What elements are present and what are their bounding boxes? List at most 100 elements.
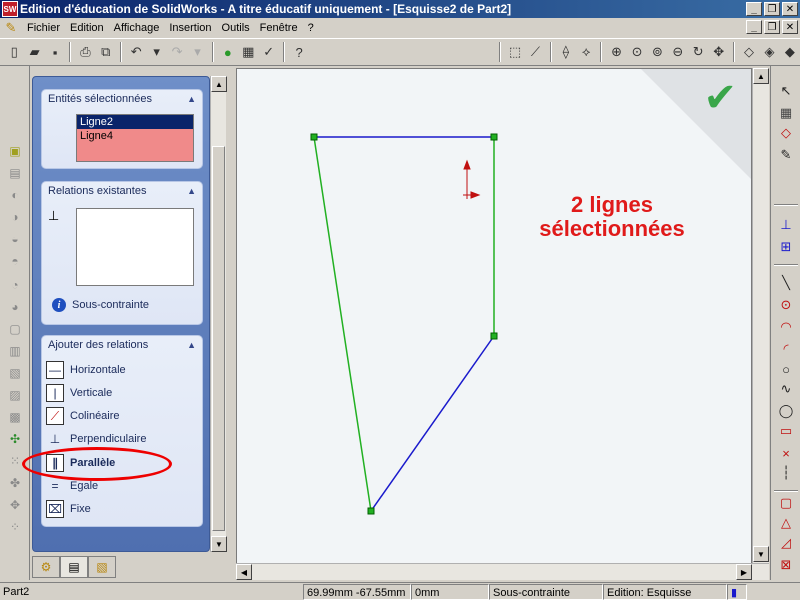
rectangle-icon[interactable]: ▭ (776, 422, 796, 440)
save-icon[interactable]: ▪ (45, 41, 65, 63)
curve-icon[interactable]: ⁘ (5, 518, 25, 536)
collapse-chevron-icon[interactable]: ▲ (187, 340, 196, 350)
configuration-tab-icon[interactable]: ▧ (88, 556, 116, 578)
tangent-arc-icon[interactable]: ◜ (776, 340, 796, 358)
vertical-button[interactable]: | Verticale (46, 383, 112, 403)
circle-icon[interactable]: ○ (776, 360, 796, 378)
list-item[interactable]: Ligne4 (77, 129, 193, 143)
menu-outils[interactable]: Outils (217, 22, 255, 34)
point-icon[interactable]: ⊙ (776, 296, 796, 314)
wireframe-icon[interactable]: ◈ (759, 41, 779, 63)
zoom-selection-icon[interactable]: ⊖ (668, 41, 688, 63)
collinear-button[interactable]: ⟋ Colinéaire (46, 406, 120, 426)
undo-icon[interactable]: ↶ (126, 41, 146, 63)
fillet-icon[interactable]: ◔ (5, 276, 25, 294)
section-icon[interactable]: ⟡ (576, 41, 596, 63)
zoom-area-icon[interactable]: ⊙ (627, 41, 647, 63)
feature-tree-tab-icon[interactable]: ⚙ (32, 556, 60, 578)
pan-icon[interactable]: ✥ (708, 41, 728, 63)
sketch-point[interactable] (490, 332, 498, 340)
collapse-chevron-icon[interactable]: ▲ (187, 186, 196, 196)
revolve-icon[interactable]: ◐ (5, 186, 25, 204)
scroll-up-icon[interactable]: ▲ (753, 68, 769, 84)
redo-icon[interactable]: ↷ (167, 41, 187, 63)
sketch-icon[interactable]: ⬚ (505, 41, 525, 63)
zoom-fit-icon[interactable]: ⊕ (606, 41, 626, 63)
list-item[interactable]: Ligne2 (77, 115, 193, 129)
document-icon[interactable]: ✎ (2, 20, 20, 36)
sketch-point[interactable] (367, 507, 375, 515)
property-manager-tab-icon[interactable]: ▤ (60, 556, 88, 578)
fix-button[interactable]: ⌧ Fixe (46, 499, 91, 519)
grid-icon[interactable]: ▦ (238, 41, 258, 63)
minimize-button[interactable]: _ (746, 2, 762, 16)
mirror-icon[interactable]: ✤ (5, 474, 25, 492)
restore-button[interactable]: ❐ (764, 2, 780, 16)
menu-insertion[interactable]: Insertion (164, 22, 216, 34)
undo-dropdown-icon[interactable]: ▾ (146, 41, 166, 63)
shell-icon[interactable]: ▢ (5, 320, 25, 338)
move-icon[interactable]: ✣ (5, 430, 25, 448)
grid-snap-icon[interactable]: ▦ (776, 104, 796, 122)
horizontal-button[interactable]: — Horizontale (46, 360, 126, 380)
view-orientation-icon[interactable]: ◇ (739, 41, 759, 63)
scroll-thumb[interactable] (212, 146, 225, 531)
print-icon[interactable]: ⎙ (75, 41, 95, 63)
draft-icon[interactable]: ▧ (5, 364, 25, 382)
canvas-vertical-scrollbar[interactable]: ▲ ▼ (752, 68, 769, 564)
rotate-icon[interactable]: ↻ (688, 41, 708, 63)
hidden-lines-icon[interactable]: ◆ (780, 41, 800, 63)
graphics-area[interactable]: ✔ 2 lignes sélectionnées (236, 68, 752, 564)
offset-icon[interactable]: ▢ (776, 494, 796, 512)
sketch-point[interactable] (310, 133, 318, 141)
spline-icon[interactable]: ∿ (776, 380, 796, 398)
redo-dropdown-icon[interactable]: ▾ (187, 41, 207, 63)
scroll-down-icon[interactable]: ▼ (211, 536, 227, 552)
display-relations-icon[interactable]: ⊞ (776, 238, 796, 256)
scroll-up-icon[interactable]: ▲ (211, 76, 227, 92)
scroll-down-icon[interactable]: ▼ (753, 546, 769, 562)
scroll-left-icon[interactable]: ◀ (236, 564, 252, 580)
equal-button[interactable]: = Egale (46, 476, 98, 496)
existing-relations-list[interactable] (76, 208, 194, 286)
loft-icon[interactable]: ◒ (5, 230, 25, 248)
sketch-point[interactable] (490, 133, 498, 141)
menu-fichier[interactable]: Fichier (22, 22, 65, 34)
select-icon[interactable]: ↖ (776, 82, 796, 100)
line-icon[interactable]: ╲ (776, 274, 796, 292)
doc-close-button[interactable]: ✕ (782, 20, 798, 34)
panel-scrollbar[interactable]: ▲ ▼ (210, 76, 227, 552)
cut-icon[interactable]: ◓ (5, 252, 25, 270)
parallel-button[interactable]: ∥ Parallèle (46, 453, 115, 473)
menu-help[interactable]: ? (303, 22, 319, 34)
menu-edition[interactable]: Edition (65, 22, 109, 34)
sweep-icon[interactable]: ◑ (5, 208, 25, 226)
whats-this-icon[interactable]: ? (289, 41, 309, 63)
new-file-icon[interactable]: ▯ (4, 41, 24, 63)
doc-minimize-button[interactable]: _ (746, 20, 762, 34)
rib-icon[interactable]: ▥ (5, 342, 25, 360)
mirror-sketch-icon[interactable]: △ (776, 514, 796, 532)
plane-icon[interactable]: ▩ (5, 408, 25, 426)
delete-icon[interactable]: × (776, 444, 796, 462)
extrude-icon[interactable]: ▤ (5, 164, 25, 182)
menu-affichage[interactable]: Affichage (109, 22, 165, 34)
sketch-tool-icon[interactable]: ▣ (5, 142, 25, 160)
sketch-line-diagonal[interactable] (370, 335, 495, 512)
options-icon[interactable]: ✓ (258, 41, 278, 63)
ellipse-icon[interactable]: ◯ (776, 402, 796, 420)
doc-restore-button[interactable]: ❐ (764, 20, 780, 34)
selected-entities-list[interactable]: Ligne2 Ligne4 (76, 114, 194, 162)
perpendicular-button[interactable]: ⊥ Perpendiculaire (46, 429, 147, 449)
centerline-icon[interactable]: ┆ (776, 464, 796, 482)
smart-dimension-icon[interactable]: ⟋ (525, 41, 545, 63)
hole-icon[interactable]: ▨ (5, 386, 25, 404)
pattern-icon[interactable]: ⁙ (5, 452, 25, 470)
fillet-sketch-icon[interactable]: ◿ (776, 534, 796, 552)
status-rebuild-icon[interactable]: ▮ (727, 583, 747, 600)
zoom-in-out-icon[interactable]: ⊚ (647, 41, 667, 63)
trim-icon[interactable]: ⊠ (776, 556, 796, 574)
collapse-chevron-icon[interactable]: ▲ (187, 94, 196, 104)
library-icon[interactable]: ✥ (5, 496, 25, 514)
add-relation-icon[interactable]: ⊥ (776, 216, 796, 234)
